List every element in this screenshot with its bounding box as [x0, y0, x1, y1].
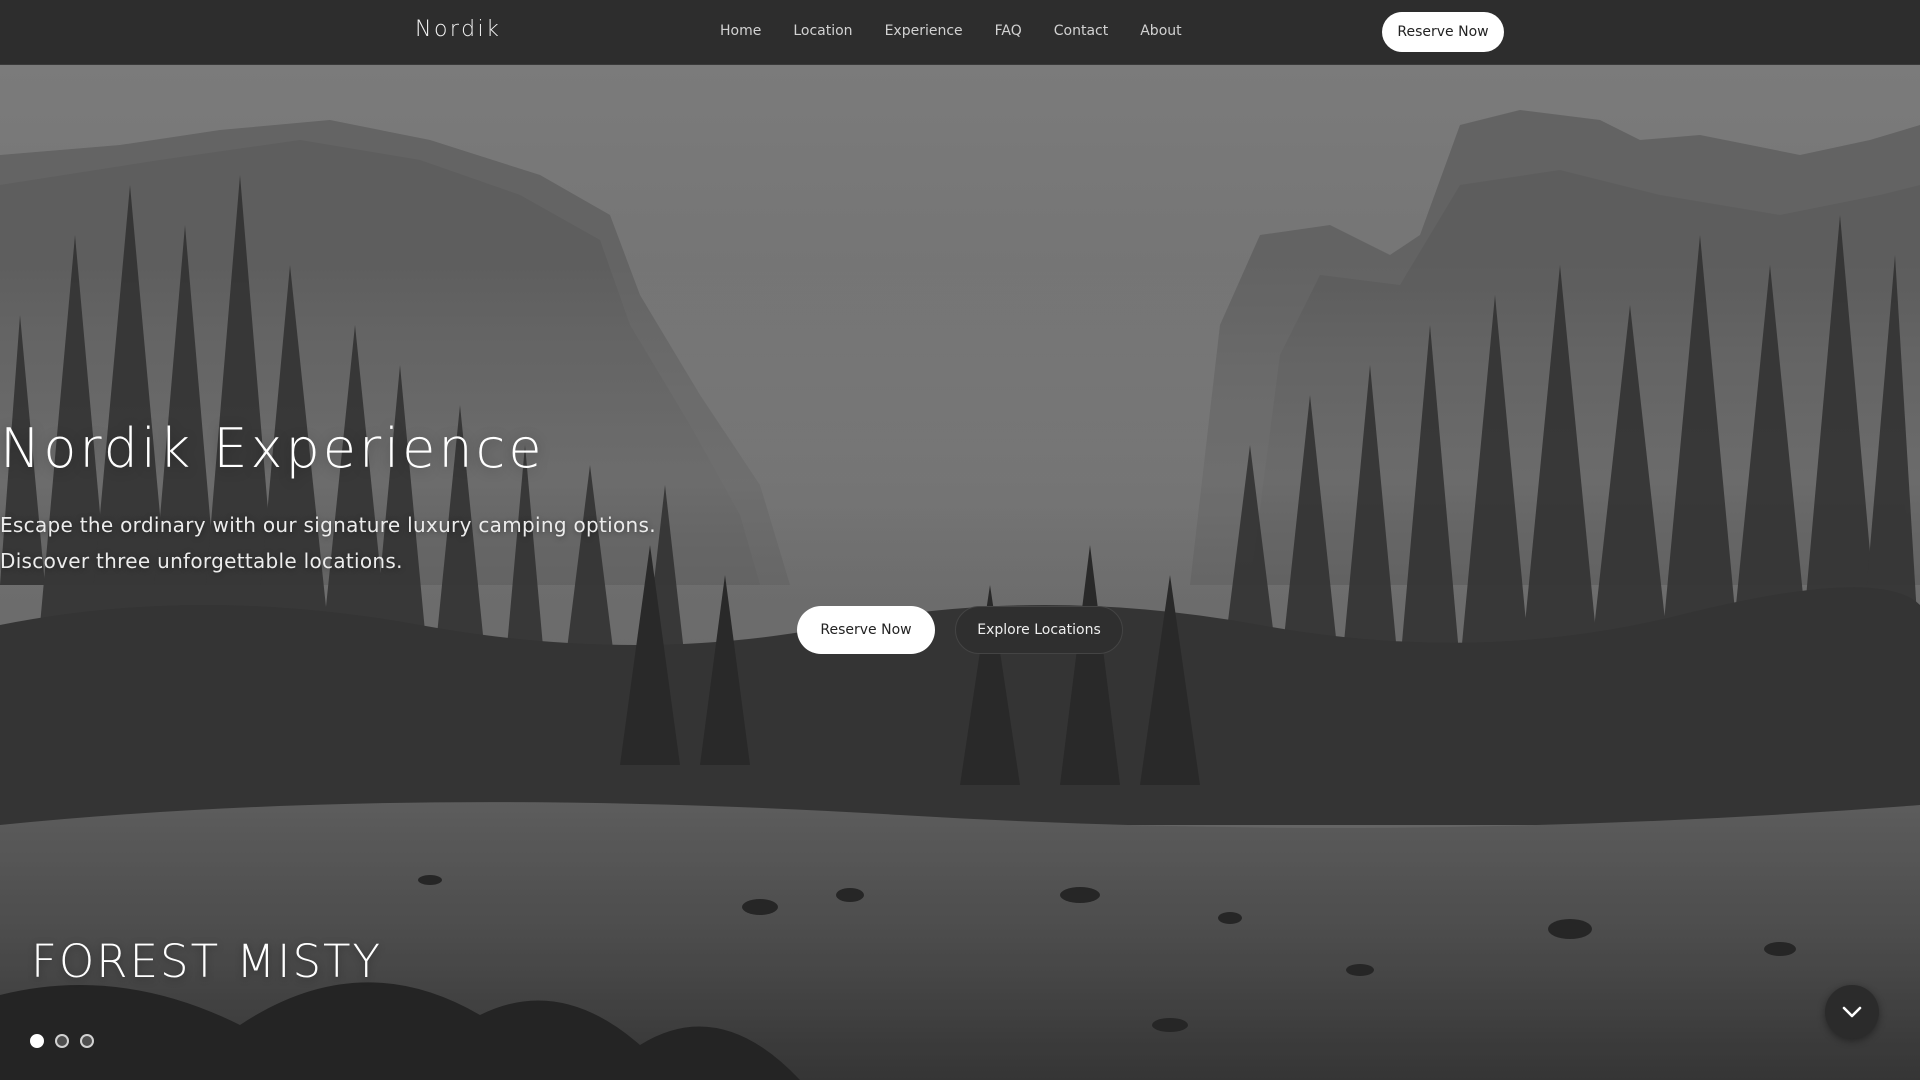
nav-link-location[interactable]: Location [793, 23, 852, 39]
slide-dot-3[interactable] [80, 1034, 94, 1048]
nav-link-faq[interactable]: FAQ [995, 23, 1022, 39]
brand-logo[interactable]: Nordik [415, 17, 501, 42]
slide-pagination [30, 1034, 94, 1048]
hero-subtitle: Escape the ordinary with our signature l… [0, 507, 1920, 579]
explore-locations-button[interactable]: Explore Locations [955, 606, 1123, 654]
nav-reserve-button[interactable]: Reserve Now [1382, 12, 1504, 52]
chevron-down-icon [1842, 1006, 1862, 1018]
hero-subtitle-line-2: Discover three unforgettable locations. [0, 549, 403, 573]
slide-dot-1[interactable] [30, 1034, 44, 1048]
scroll-down-button[interactable] [1825, 985, 1879, 1039]
nav-link-experience[interactable]: Experience [885, 23, 963, 39]
hero-subtitle-line-1: Escape the ordinary with our signature l… [0, 513, 656, 537]
nav-link-contact[interactable]: Contact [1054, 23, 1108, 39]
hero-title: Nordik Experience [0, 417, 545, 480]
nav-link-about[interactable]: About [1140, 23, 1181, 39]
hero-section: Nordik Experience Escape the ordinary wi… [0, 65, 1920, 1080]
slide-dot-2[interactable] [55, 1034, 69, 1048]
slide-label: FOREST MISTY [31, 935, 382, 988]
nav-link-home[interactable]: Home [720, 23, 761, 39]
main-nav: Home Location Experience FAQ Contact Abo… [720, 0, 1214, 62]
hero-reserve-button[interactable]: Reserve Now [797, 606, 935, 654]
top-navbar: Nordik Home Location Experience FAQ Cont… [0, 0, 1920, 65]
